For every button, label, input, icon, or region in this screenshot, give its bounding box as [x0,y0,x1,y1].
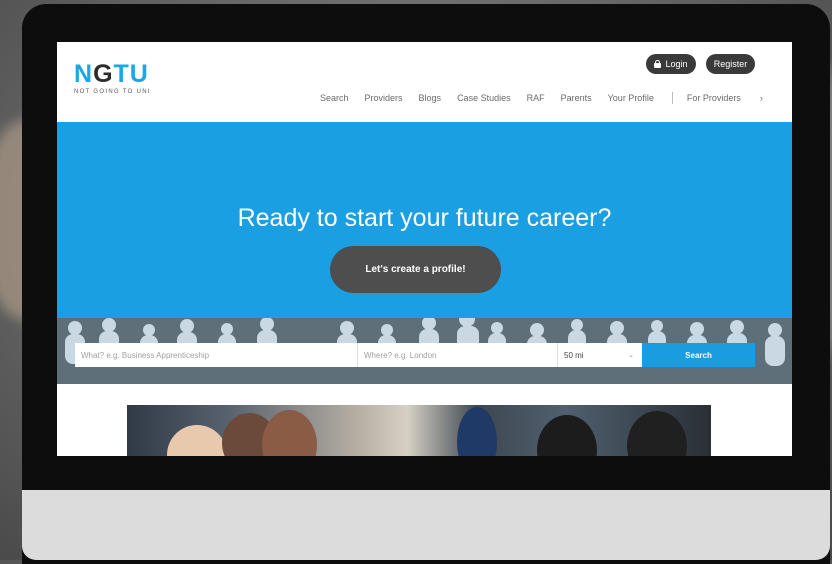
nav-item-for-providers[interactable]: For Providers [687,93,741,103]
main-nav: Search Providers Blogs Case Studies RAF … [320,92,763,104]
hero-title: Ready to start your future career? [237,204,612,232]
hero-section: Ready to start your future career? Let's… [57,122,792,384]
distance-value: 50 mi [564,350,584,360]
people-photo [127,405,711,456]
nav-item-search[interactable]: Search [320,93,349,103]
search-button[interactable]: Search [642,343,755,367]
chevron-right-icon: › [759,93,763,103]
login-label: Login [665,59,688,69]
register-label: Register [713,59,748,69]
create-profile-button[interactable]: Let's create a profile! [330,246,501,293]
chevron-down-icon: ⌄ [628,352,634,359]
site-header: NGTU NOT GOING TO UNI Login Register Sea… [57,42,792,122]
distance-select[interactable]: 50 mi ⌄ [558,343,642,367]
login-button[interactable]: Login [646,54,696,74]
nav-divider [671,92,673,104]
job-search-bar: What? e.g. Business Apprenticeship Where… [75,343,755,367]
what-input[interactable]: What? e.g. Business Apprenticeship [75,343,358,367]
lock-icon [654,60,662,68]
nav-item-parents[interactable]: Parents [561,93,592,103]
nav-item-raf[interactable]: RAF [527,93,545,103]
nav-item-case-studies[interactable]: Case Studies [457,93,511,103]
logo-tagline: NOT GOING TO UNI [74,89,151,95]
register-button[interactable]: Register [706,54,755,74]
monitor-chin [22,490,830,560]
where-input[interactable]: Where? e.g. London [358,343,558,367]
nav-item-blogs[interactable]: Blogs [419,93,442,103]
nav-item-providers[interactable]: Providers [365,93,403,103]
logo-mark: NGTU [74,60,149,88]
ngtu-logo[interactable]: NGTU NOT GOING TO UNI [74,60,151,96]
nav-item-your-profile[interactable]: Your Profile [608,93,654,103]
browser-screen: NGTU NOT GOING TO UNI Login Register Sea… [57,42,792,456]
